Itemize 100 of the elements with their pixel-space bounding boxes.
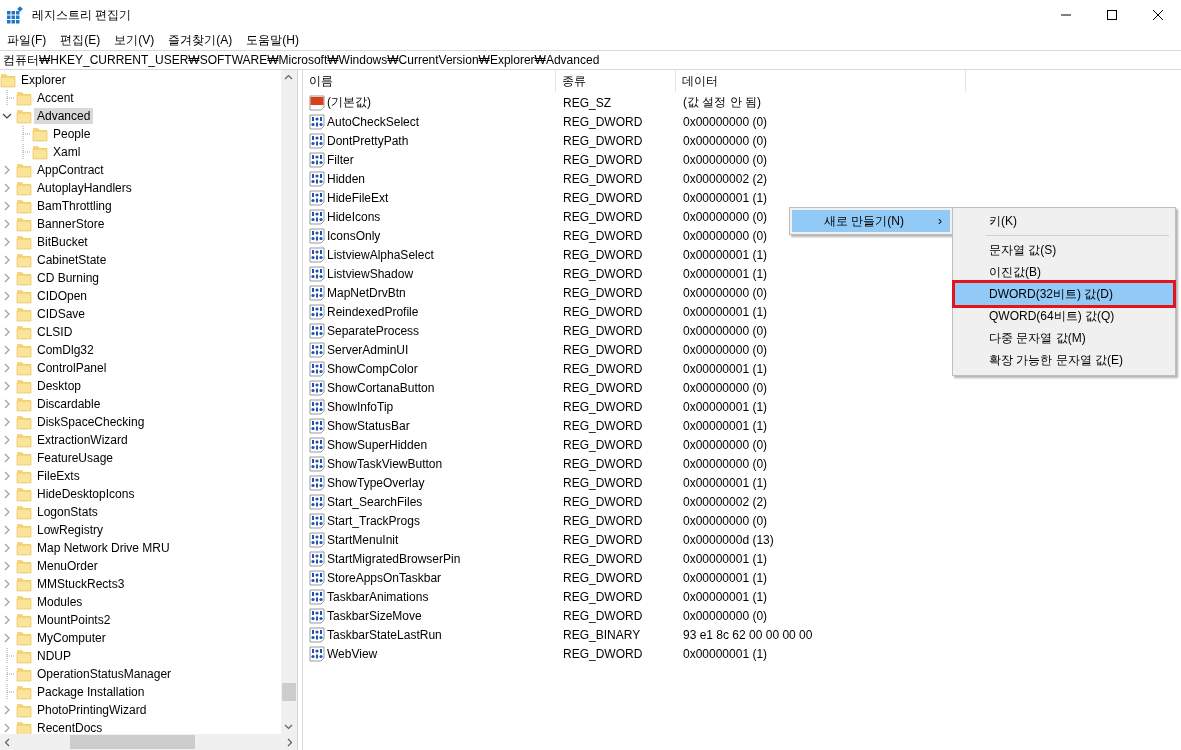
column-header[interactable]: 데이터 [676, 70, 966, 92]
tree-item[interactable]: NDUP [0, 647, 74, 665]
column-header[interactable]: 이름 [303, 70, 556, 92]
menu-item[interactable]: 즐겨찾기(A) [161, 30, 240, 50]
value-name: Hidden [327, 171, 366, 186]
tree-item[interactable]: ComDlg32 [0, 341, 97, 359]
value-name: SeparateProcess [327, 323, 420, 338]
table-cell-text: (값 설정 안 됨) [682, 94, 761, 111]
value-name: MapNetDrvBtn [327, 285, 406, 300]
column-header[interactable]: 종류 [556, 70, 676, 92]
tree-item[interactable]: CLSID [0, 323, 76, 341]
tree-item[interactable]: Discardable [0, 395, 104, 413]
scroll-thumb[interactable] [70, 735, 195, 749]
menu-item[interactable]: 새로 만들기(N) › [792, 210, 950, 232]
folder-icon [16, 540, 32, 556]
folder-icon [16, 216, 32, 232]
tree-item[interactable]: LowRegistry [0, 521, 107, 539]
binary-value-icon [309, 132, 325, 149]
tree-item[interactable]: People [0, 125, 94, 143]
tree-item[interactable]: Accent [0, 89, 77, 107]
table-cell-text: REG_DWORD [562, 646, 644, 661]
menu-item[interactable]: 보기(V) [107, 30, 162, 50]
horizontal-scrollbar[interactable] [0, 734, 297, 750]
table-cell-text: 0x00000000 (0) [682, 608, 768, 623]
tree-item[interactable]: FeatureUsage [0, 449, 117, 467]
tree-item[interactable]: DiskSpaceChecking [0, 413, 148, 431]
table-cell-text: 0x00000001 (1) [682, 190, 768, 205]
tree-item[interactable]: Package Installation [0, 683, 148, 701]
tree-item[interactable]: MMStuckRects3 [0, 575, 128, 593]
folder-icon [16, 720, 32, 734]
tree-item[interactable]: OperationStatusManager [0, 665, 175, 683]
table-cell-text: 0x00000001 (1) [682, 646, 768, 661]
tree-item[interactable]: Desktop [0, 377, 85, 395]
tree-item[interactable]: ExtractionWizard [0, 431, 131, 449]
folder-icon [16, 90, 32, 106]
tree-item[interactable]: BitBucket [0, 233, 91, 251]
tree-item[interactable]: BannerStore [0, 215, 108, 233]
tree-item[interactable]: Explorer [0, 71, 69, 89]
tree-item[interactable]: ControlPanel [0, 359, 110, 377]
value-name: ListviewShadow [327, 266, 414, 281]
table-cell-text: REG_DWORD [562, 380, 644, 395]
binary-value-icon [309, 569, 325, 586]
menu-item[interactable]: 이진값(B) [955, 261, 1173, 283]
menu-item[interactable]: 편집(E) [53, 30, 108, 50]
menu-item[interactable]: 확장 가능한 문자열 값(E) [955, 349, 1173, 371]
table-cell-text: 0x00000000 (0) [682, 456, 768, 471]
table-cell-text: 0x00000001 (1) [682, 475, 768, 490]
tree-item[interactable]: CD Burning [0, 269, 103, 287]
menu-item[interactable]: DWORD(32비트) 값(D) [955, 283, 1173, 305]
value-name: HideIcons [327, 209, 381, 224]
table-cell-text: REG_DWORD [562, 285, 644, 300]
tree-item[interactable]: PhotoPrintingWizard [0, 701, 150, 719]
value-name: AutoCheckSelect [327, 114, 420, 129]
menu-item[interactable]: QWORD(64비트) 값(Q) [955, 305, 1173, 327]
tree-item[interactable]: Map Network Drive MRU [0, 539, 173, 557]
menu-item[interactable]: 키(K) [955, 210, 1173, 232]
tree-item[interactable]: MyComputer [0, 629, 109, 647]
menu-item[interactable]: 다중 문자열 값(M) [955, 327, 1173, 349]
table-cell-text: REG_DWORD [562, 342, 644, 357]
tree-item[interactable]: Xaml [0, 143, 84, 161]
binary-value-icon [309, 208, 325, 225]
scroll-thumb[interactable] [282, 683, 296, 701]
table-cell-text: 0x00000001 (1) [682, 589, 768, 604]
binary-value-icon [309, 417, 325, 434]
folder-icon [16, 594, 32, 610]
binary-value-icon [309, 455, 325, 472]
table-cell-text: REG_BINARY [562, 627, 642, 642]
binary-value-icon [309, 398, 325, 415]
tree-item[interactable]: HideDesktopIcons [0, 485, 138, 503]
vertical-scrollbar[interactable] [281, 70, 297, 734]
tree-item[interactable]: AutoplayHandlers [0, 179, 135, 197]
table-cell-text: REG_DWORD [562, 209, 644, 224]
folder-icon [16, 324, 32, 340]
folder-icon [16, 702, 32, 718]
tree-item[interactable]: AppContract [0, 161, 107, 179]
table-cell-text: 0x00000001 (1) [682, 551, 768, 566]
tree-item[interactable]: BamThrottling [0, 197, 115, 215]
tree-item[interactable]: CabinetState [0, 251, 110, 269]
tree-item[interactable]: MenuOrder [0, 557, 101, 575]
folder-icon [16, 432, 32, 448]
table-cell-text: REG_DWORD [562, 608, 644, 623]
value-name: TaskbarStateLastRun [327, 627, 442, 642]
tree-item[interactable]: LogonStats [0, 503, 101, 521]
address-field[interactable]: 컴퓨터₩HKEY_CURRENT_USER₩SOFTWARE₩Microsoft₩Windows₩CurrentVersion₩Explorer₩Advanced [0, 50, 1181, 70]
folder-icon [16, 288, 32, 304]
menu-item[interactable]: 문자열 값(S) [955, 239, 1173, 261]
table-cell-text: 0x00000002 (2) [682, 171, 768, 186]
tree-item[interactable]: Modules [0, 593, 86, 611]
value-name: (기본값) [327, 94, 371, 111]
menu-item[interactable]: 파일(F) [0, 30, 54, 50]
binary-value-icon [309, 379, 325, 396]
binary-value-icon [309, 341, 325, 358]
tree-item[interactable]: FileExts [0, 467, 83, 485]
menu-item[interactable]: 도움말(H) [239, 30, 306, 50]
tree-item[interactable]: CIDSave [0, 305, 89, 323]
folder-icon [16, 378, 32, 394]
folder-icon [16, 558, 32, 574]
folder-icon [16, 684, 32, 700]
tree-item[interactable]: MountPoints2 [0, 611, 114, 629]
tree-item[interactable]: CIDOpen [0, 287, 91, 305]
